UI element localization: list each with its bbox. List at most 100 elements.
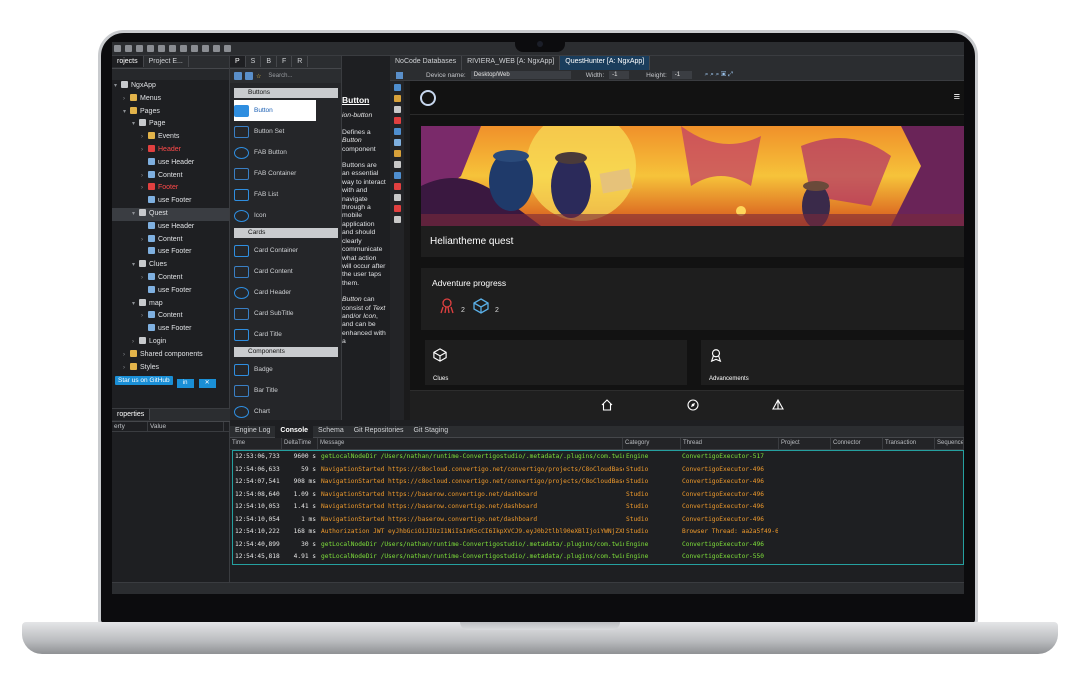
side-icon-8[interactable] <box>393 161 401 168</box>
star-github-button[interactable]: Star us on GitHub <box>115 376 173 386</box>
tree-item[interactable]: › Header <box>112 144 229 157</box>
run-icon[interactable] <box>202 45 209 52</box>
tab-palette-b[interactable]: B <box>261 56 278 67</box>
palette-view-icon[interactable] <box>245 72 253 80</box>
side-icon-12[interactable] <box>393 205 401 212</box>
tree-arrow-icon[interactable]: ▾ <box>132 208 139 221</box>
palette-item[interactable]: Bar Title <box>230 380 342 401</box>
log-col-header[interactable]: Category <box>623 438 681 449</box>
log-col-header[interactable]: Project <box>779 438 831 449</box>
log-row[interactable]: 12:54:10,053 1.41 s NavigationStarted http… <box>233 501 963 514</box>
tree-arrow-icon[interactable]: › <box>132 336 139 349</box>
palette-item[interactable]: FAB List <box>230 184 342 205</box>
tree-item[interactable]: ▾ NgxApp <box>112 80 229 93</box>
palette-category[interactable]: Cards <box>234 228 338 238</box>
editor-tab[interactable]: NoCode Databases <box>390 56 463 70</box>
palette-search[interactable]: Search... <box>268 73 292 79</box>
tree-arrow-icon[interactable]: › <box>141 310 148 323</box>
linkedin-icon[interactable]: in <box>176 379 194 389</box>
side-icon-10[interactable] <box>393 183 401 190</box>
tab-palette-p[interactable]: P <box>230 56 246 67</box>
log-col-header[interactable]: Message <box>318 438 623 449</box>
tree-arrow-icon[interactable]: ▾ <box>132 298 139 311</box>
compass-icon[interactable] <box>687 399 699 411</box>
palette-item[interactable]: Button <box>234 100 316 121</box>
log-row[interactable]: 12:54:40,899 30 s getLocalNodeDir /Users/n… <box>233 539 963 552</box>
tree-item[interactable]: › Footer <box>112 182 229 195</box>
palette-item[interactable]: FAB Container <box>230 163 342 184</box>
tree-arrow-icon[interactable]: ▾ <box>132 259 139 272</box>
tree-item[interactable]: › Content <box>112 272 229 285</box>
tree-item[interactable]: › Content <box>112 170 229 183</box>
editor-tab[interactable]: QuestHunter [A: NgxApp] <box>560 56 651 70</box>
tab-project-explorer[interactable]: Project E... <box>144 56 189 67</box>
tab-palette-s[interactable]: S <box>246 56 262 67</box>
delete-icon[interactable] <box>191 45 198 52</box>
tree-item[interactable]: › Menus <box>112 93 229 106</box>
tree-item[interactable]: ▾ map <box>112 298 229 311</box>
palette-item[interactable]: Button Set <box>230 121 342 142</box>
tree-item[interactable]: use Footer <box>112 323 229 336</box>
log-col-header[interactable]: Transaction <box>883 438 935 449</box>
palette-category[interactable]: Buttons <box>234 88 338 98</box>
palette-item[interactable]: Card Content <box>230 261 342 282</box>
side-icon-5[interactable] <box>393 128 401 135</box>
tree-arrow-icon[interactable]: › <box>141 234 148 247</box>
width-input[interactable]: -1 <box>609 71 630 79</box>
zoom-tools-icon[interactable]: ⌕ ⌕ ⌕ ▣ ⤢ <box>705 71 733 79</box>
tree-arrow-icon[interactable]: › <box>141 131 148 144</box>
log-row[interactable]: 12:54:45,818 4.91 s getLocalNodeDir /Users… <box>233 551 963 564</box>
log-col-header[interactable]: Time <box>230 438 282 449</box>
clues-card[interactable]: Clues <box>425 340 687 385</box>
tree-item[interactable]: › Login <box>112 336 229 349</box>
palette-item[interactable]: FAB Button <box>230 142 342 163</box>
palette-item[interactable]: Card SubTitle <box>230 303 342 324</box>
height-input[interactable]: -1 <box>671 71 692 79</box>
tab-git-repositories[interactable]: Git Repositories <box>349 426 409 438</box>
tab-git-staging[interactable]: Git Staging <box>409 426 454 438</box>
side-icon-13[interactable] <box>393 216 401 223</box>
home-icon[interactable] <box>601 399 613 411</box>
palette-item[interactable]: Icon <box>230 205 342 226</box>
side-icon-1[interactable] <box>393 84 401 91</box>
log-row[interactable]: 12:54:07,541 908 ms NavigationStarted http… <box>233 476 963 489</box>
tree-arrow-icon[interactable]: › <box>141 144 148 157</box>
log-col-header[interactable]: Sequence <box>935 438 964 449</box>
tree-arrow-icon[interactable]: › <box>141 182 148 195</box>
log-col-header[interactable]: Thread <box>681 438 779 449</box>
tab-projects[interactable]: rojects <box>112 56 144 67</box>
paste-icon[interactable] <box>180 45 187 52</box>
tab-palette-f[interactable]: F <box>277 56 293 67</box>
menu-icon[interactable]: ≡ <box>954 91 960 103</box>
tree-arrow-icon[interactable]: › <box>141 170 148 183</box>
advancements-card[interactable]: Advancements <box>701 340 964 385</box>
log-row[interactable]: 12:54:10,054 1 ms NavigationStarted https:… <box>233 514 963 527</box>
tree-item[interactable]: use Footer <box>112 246 229 259</box>
x-icon[interactable]: ✕ <box>198 379 216 389</box>
side-icon-6[interactable] <box>393 139 401 146</box>
log-row[interactable]: 12:54:06,633 59 s NavigationStarted https:… <box>233 464 963 477</box>
tree-item[interactable]: use Footer <box>112 195 229 208</box>
palette-filter-icon[interactable] <box>234 72 242 80</box>
log-col-header[interactable]: DeltaTime <box>282 438 318 449</box>
palette-item[interactable]: Card Title <box>230 324 342 345</box>
back-icon[interactable] <box>213 45 220 52</box>
palette-item[interactable]: Card Header <box>230 282 342 303</box>
tree-item[interactable]: ▾ Clues <box>112 259 229 272</box>
log-row[interactable]: 12:53:06,733 9600 s getLocalNodeDir /Users… <box>233 451 963 464</box>
save-icon[interactable] <box>114 45 121 52</box>
tree-arrow-icon[interactable]: › <box>123 362 130 375</box>
palette-category[interactable]: Components <box>234 347 338 357</box>
tree-item[interactable]: ▾ Pages <box>112 106 229 119</box>
tree-item[interactable]: › Content <box>112 234 229 247</box>
tree-arrow-icon[interactable]: › <box>141 272 148 285</box>
undo-icon[interactable] <box>136 45 143 52</box>
tree-item[interactable]: › Styles <box>112 362 229 375</box>
tree-item[interactable]: ▾ Quest <box>112 207 229 221</box>
tab-schema[interactable]: Schema <box>313 426 349 438</box>
save-all-icon[interactable] <box>125 45 132 52</box>
log-col-header[interactable]: Connector <box>831 438 883 449</box>
log-row[interactable]: 12:54:08,640 1.09 s NavigationStarted http… <box>233 489 963 502</box>
device-icon[interactable] <box>396 71 403 79</box>
tree-arrow-icon[interactable]: › <box>123 93 130 106</box>
